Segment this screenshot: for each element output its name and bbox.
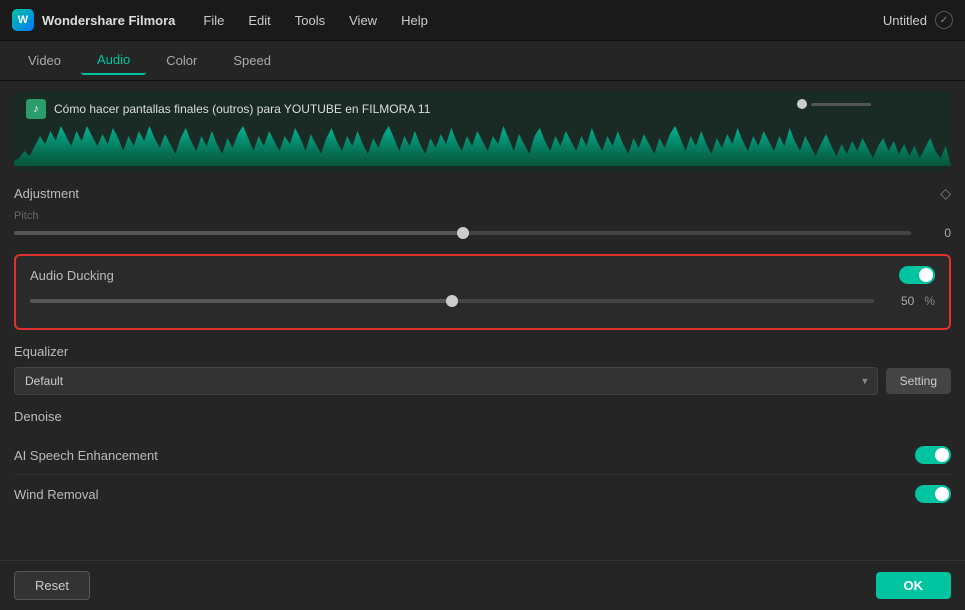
ducking-slider-thumb[interactable] — [446, 295, 458, 307]
titlebar-right: Untitled ✓ — [883, 11, 953, 29]
denoise-section: Denoise — [14, 409, 951, 424]
project-title: Untitled — [883, 13, 927, 28]
waveform-svg — [14, 116, 951, 171]
pitch-slider-row: 0 — [14, 226, 951, 240]
waveform-section: ♪ Cómo hacer pantallas finales (outros) … — [14, 91, 951, 171]
wind-removal-toggle[interactable] — [915, 485, 951, 503]
ai-speech-row: AI Speech Enhancement — [14, 436, 951, 475]
adjustment-label: Adjustment — [14, 186, 79, 201]
pitch-slider-fill — [14, 231, 463, 235]
ducking-slider-track[interactable] — [30, 299, 874, 303]
check-icon: ✓ — [935, 11, 953, 29]
ai-speech-toggle-thumb — [935, 448, 949, 462]
ai-speech-label: AI Speech Enhancement — [14, 448, 158, 463]
ducking-label: Audio Ducking — [30, 268, 114, 283]
menu-bar: File Edit Tools View Help — [193, 9, 437, 32]
ducking-toggle-thumb — [919, 268, 933, 282]
reset-button[interactable]: Reset — [14, 571, 90, 600]
ducking-toggle[interactable] — [899, 266, 935, 284]
ducking-unit: % — [924, 294, 935, 308]
tab-speed[interactable]: Speed — [217, 47, 287, 74]
titlebar: W Wondershare Filmora File Edit Tools Vi… — [0, 0, 965, 41]
ducking-slider-fill — [30, 299, 452, 303]
bottom-bar: Reset OK — [0, 560, 965, 610]
equalizer-label: Equalizer — [14, 344, 951, 359]
app-logo-icon: W — [12, 9, 34, 31]
app-logo: W Wondershare Filmora — [12, 9, 175, 31]
ai-speech-toggle[interactable] — [915, 446, 951, 464]
diamond-icon: ◇ — [940, 185, 951, 202]
content-area: ♪ Cómo hacer pantallas finales (outros) … — [0, 81, 965, 610]
wind-removal-label: Wind Removal — [14, 487, 99, 502]
menu-edit[interactable]: Edit — [238, 9, 280, 32]
pitch-value: 0 — [921, 226, 951, 240]
waveform-header: ♪ Cómo hacer pantallas finales (outros) … — [26, 99, 939, 119]
wind-removal-toggle-thumb — [935, 487, 949, 501]
setting-button[interactable]: Setting — [886, 368, 951, 394]
ducking-header: Audio Ducking — [30, 266, 935, 284]
tab-video[interactable]: Video — [12, 47, 77, 74]
wind-removal-row: Wind Removal — [14, 475, 951, 513]
pitch-sub-label: Pitch — [14, 210, 951, 222]
eq-select[interactable]: Default Classical Dance Deep Electronic … — [14, 367, 878, 395]
equalizer-row: Default Classical Dance Deep Electronic … — [14, 367, 951, 395]
ok-button[interactable]: OK — [876, 572, 952, 599]
equalizer-section: Equalizer Default Classical Dance Deep E… — [14, 344, 951, 395]
tabs-bar: Video Audio Color Speed — [0, 41, 965, 81]
menu-view[interactable]: View — [339, 9, 387, 32]
waveform-visual — [14, 116, 951, 171]
tab-color[interactable]: Color — [150, 47, 213, 74]
eq-select-wrapper: Default Classical Dance Deep Electronic … — [14, 367, 878, 395]
audio-ducking-section: Audio Ducking 50 % — [14, 254, 951, 330]
menu-file[interactable]: File — [193, 9, 234, 32]
music-icon: ♪ — [26, 99, 46, 119]
menu-tools[interactable]: Tools — [285, 9, 335, 32]
waveform-title: Cómo hacer pantallas finales (outros) pa… — [54, 102, 430, 116]
titlebar-left: W Wondershare Filmora File Edit Tools Vi… — [12, 9, 438, 32]
pitch-slider-thumb[interactable] — [457, 227, 469, 239]
ducking-slider-row: 50 % — [30, 294, 935, 308]
tab-audio[interactable]: Audio — [81, 46, 146, 75]
ducking-value: 50 — [884, 294, 914, 308]
pitch-slider-track[interactable] — [14, 231, 911, 235]
app-name-label: Wondershare Filmora — [42, 13, 175, 28]
adjustment-section: Adjustment ◇ — [14, 185, 951, 202]
menu-help[interactable]: Help — [391, 9, 438, 32]
denoise-label: Denoise — [14, 409, 951, 424]
